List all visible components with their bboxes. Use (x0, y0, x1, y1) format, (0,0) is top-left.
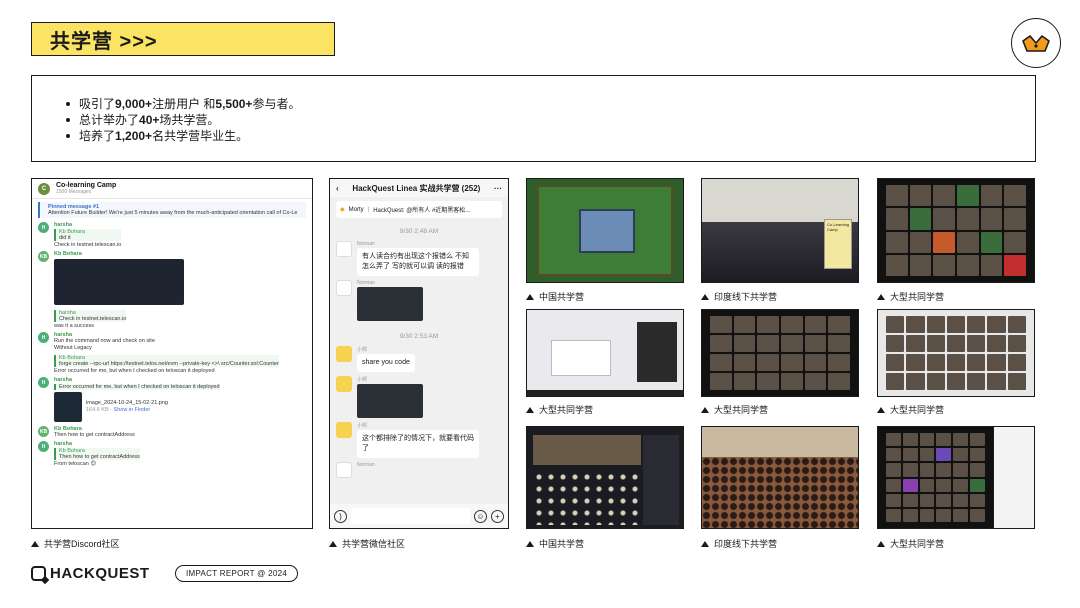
message-input-bar: ) ☺ + (330, 504, 508, 528)
stat-bullet-camps: 总计举办了 40+ 场共学营。 (66, 112, 1035, 128)
stat-bullet-registrations: 吸引了 9,000+ 注册用户 和 5,500+ 参与者。 (66, 96, 1035, 112)
show-in-finder-link[interactable]: Show in Finder (114, 407, 151, 413)
caption-r3c3: 大型共同学营 (877, 537, 944, 550)
caption-r3c1: 中国共学营 (526, 537, 584, 550)
user-avatar[interactable] (336, 280, 352, 296)
screenshot-attachment[interactable] (54, 259, 184, 305)
hackquest-logo-icon (31, 566, 46, 581)
chat-message: Norman (330, 460, 508, 480)
chat-message: KB Kb Bohara Then how to get contractAdd… (38, 426, 135, 438)
bullet-dot (66, 134, 70, 138)
user-avatar: KB (38, 426, 49, 437)
user-avatar: H (38, 377, 49, 388)
timestamp: 9/30 2:53 AM (399, 333, 439, 340)
chat-message: harsha Check in testnet.telescan.io was i… (32, 308, 312, 331)
channel-name: Co-learning Camp (56, 182, 117, 189)
caption-r1c2: 印度线下共学营 (701, 290, 777, 303)
caption-r3c2: 印度线下共学营 (701, 537, 777, 550)
chat-message: 小邦 这个都排除了的情况下，就要看代码了 (330, 420, 508, 460)
bullet-dot (66, 118, 70, 122)
triangle-icon (31, 540, 39, 547)
emoji-icon[interactable]: ☺ (474, 509, 487, 523)
caption-r2c1: 大型共同学营 (526, 403, 593, 416)
timestamp: 9/30 2:48 AM (399, 228, 439, 235)
photo-india-offline-group: Co-Learning Camp (701, 178, 859, 283)
user-avatar[interactable] (336, 376, 352, 392)
message-input[interactable] (351, 508, 470, 524)
chat-message: H harsha Kb Bohara Then how to get contra… (32, 440, 312, 469)
user-avatar[interactable] (336, 462, 352, 478)
more-icon[interactable]: ··· (494, 184, 502, 193)
pinned-message[interactable]: Pinned message #1 Attention Future Build… (38, 202, 306, 218)
photo-large-camp-video-call-2 (701, 309, 859, 397)
user-avatar: KB (38, 251, 49, 262)
photo-china-camp-game (526, 178, 684, 283)
discord-channel-header: C Co-learning Camp 1500 Messages (32, 179, 312, 199)
triangle-icon (329, 540, 337, 547)
chat-message: H harsha Error occurred for me, but when… (32, 376, 312, 425)
chat-message: Kb Bohara forge create --rpc-url https://… (32, 353, 312, 376)
stats-summary: 吸引了 9,000+ 注册用户 和 5,500+ 参与者。 总计举办了 40+ … (31, 75, 1036, 162)
code-screenshot[interactable] (357, 287, 423, 321)
chat-message: Norman 有人读合约有出现这个报错么 不知怎么弄了 写的就可以调 读的报错 (330, 239, 508, 278)
reply-quote: Error occurred for me, but when I checke… (54, 384, 220, 390)
page-title: 共学营 >>> (31, 22, 335, 56)
user-avatar: H (38, 222, 49, 233)
caption-r1c1: 中国共学营 (526, 290, 584, 303)
photo-india-offline-auditorium (701, 426, 859, 529)
code-screenshot[interactable] (357, 384, 423, 418)
report-badge: IMPACT REPORT @ 2024 (175, 565, 299, 582)
chat-message: 小邦 (330, 374, 508, 420)
file-attachment[interactable]: image_2024-10-24_15-02-21.png 164.6 KB ·… (54, 392, 220, 422)
caption-wechat: 共学营微信社区 (329, 537, 405, 550)
reply-quote: harsha Check in testnet.telescan.io (54, 310, 127, 322)
reply-quote: Kb Bohara Then how to get contractAddress (54, 448, 140, 460)
image-thumbnail (54, 392, 82, 422)
caption-r2c3: 大型共同学营 (877, 403, 944, 416)
bullet-dot (66, 102, 70, 106)
chat-message: H harsha Run the command now and check o… (32, 331, 312, 353)
caption-r2c2: 大型共同学营 (701, 403, 768, 416)
wechat-screenshot: ‹ HackQuest Linea 实战共学营 (252) ··· ◆ Mort… (329, 178, 509, 529)
reply-quote: Kb Bohara did it (54, 229, 122, 241)
caption-discord: 共学营Discord社区 (31, 537, 120, 550)
chat-message: KB Kb Bohara (32, 250, 312, 308)
chat-message: H harsha Kb Bohara did it Check in testne… (32, 221, 312, 250)
user-avatar: H (38, 441, 49, 452)
plus-icon[interactable]: + (491, 509, 504, 523)
photo-large-camp-video-call-4 (877, 426, 1035, 529)
banner-text: Co-Learning Camp (824, 219, 852, 269)
stat-bullet-graduates: 培养了 1,200+ 名共学营毕业生。 (66, 128, 1035, 144)
chat-message: Norman (330, 278, 508, 323)
photo-china-camp-video-call (526, 426, 684, 529)
photo-large-camp-video-call-1 (877, 178, 1035, 283)
wechat-header: ‹ HackQuest Linea 实战共学营 (252) ··· (330, 179, 508, 197)
back-chevron-icon[interactable]: ‹ (336, 184, 339, 193)
user-avatar[interactable] (336, 422, 352, 438)
chat-message: 小邦 share you code (330, 344, 508, 374)
group-notice[interactable]: ◆ Morty | HackQuest: @所有人 #近期黑客松... (336, 201, 502, 218)
photo-large-camp-video-call-3 (877, 309, 1035, 397)
discord-screenshot: C Co-learning Camp 1500 Messages Pinned … (31, 178, 313, 529)
user-avatar: H (38, 332, 49, 343)
reply-quote: Kb Bohara forge create --rpc-url https://… (54, 355, 279, 367)
hackquest-crown-icon (1011, 18, 1061, 68)
channel-avatar: C (38, 182, 50, 195)
user-avatar[interactable] (336, 241, 352, 257)
channel-message-count: 1500 Messages (56, 189, 92, 195)
voice-icon[interactable]: ) (334, 509, 347, 523)
photo-large-camp-presentation (526, 309, 684, 397)
caption-r1c3: 大型共同学营 (877, 290, 944, 303)
footer-brand-logo: HACKQUEST (31, 565, 150, 582)
megaphone-icon: ◆ (340, 207, 345, 213)
group-title: HackQuest Linea 实战共学营 (252) (352, 183, 481, 193)
user-avatar[interactable] (336, 346, 352, 362)
